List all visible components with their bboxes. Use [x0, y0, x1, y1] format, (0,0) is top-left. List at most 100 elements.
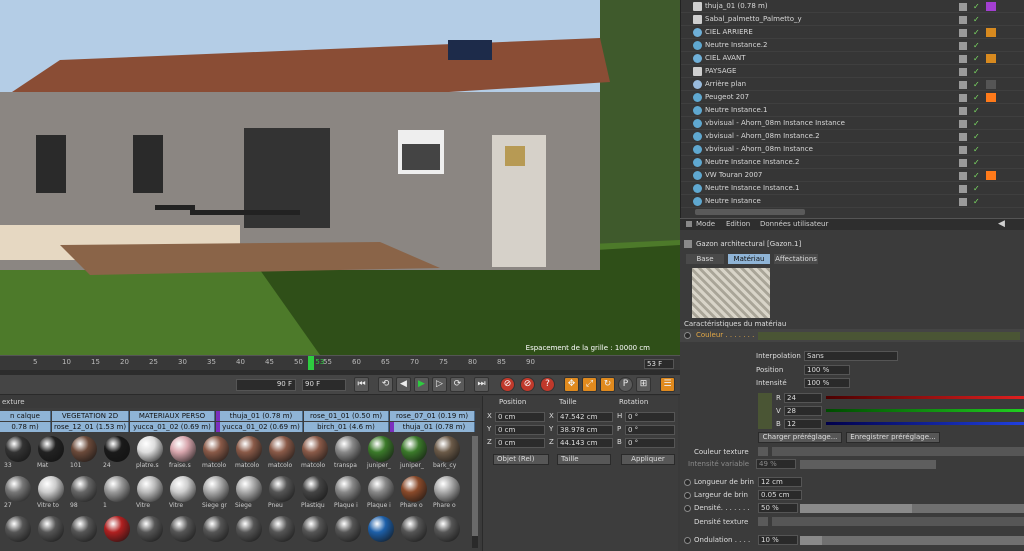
material-swatch[interactable]: Plaque i [366, 476, 396, 509]
material-swatch[interactable] [3, 516, 33, 544]
record-key-button[interactable]: ⊘ [500, 377, 515, 392]
material-swatch[interactable]: matcolo [267, 436, 297, 469]
material-swatch[interactable] [201, 516, 231, 544]
timeline-cursor[interactable] [308, 356, 315, 370]
intensity-field[interactable]: 100 % [804, 378, 850, 388]
visibility-dots-icon[interactable] [959, 172, 967, 180]
keyframe-selection-button[interactable]: ? [540, 377, 555, 392]
visibility-dots-icon[interactable] [959, 42, 967, 50]
density-slider[interactable] [800, 504, 1024, 513]
r-field[interactable]: 24 [784, 393, 822, 403]
rotation-field[interactable]: 0 ° [625, 425, 675, 435]
blade-width-field[interactable]: 0.05 cm [758, 490, 802, 500]
material-swatch[interactable]: Phare o [432, 476, 462, 509]
object-row[interactable]: Arrière plan ✓ [681, 78, 1024, 91]
end-frame-field-2[interactable]: 90 F [302, 379, 346, 391]
density-radio[interactable] [684, 505, 691, 512]
enabled-check-icon[interactable]: ✓ [973, 158, 980, 167]
object-tag-icon[interactable] [986, 54, 996, 63]
material-swatch[interactable]: platre.s [135, 436, 165, 469]
enabled-check-icon[interactable]: ✓ [973, 197, 980, 206]
visibility-dots-icon[interactable] [959, 185, 967, 193]
material-layer-tab[interactable]: rose_01_01 (0.50 m) [304, 411, 389, 421]
material-swatch[interactable]: Siege [234, 476, 264, 509]
object-row[interactable]: CIEL ARRIERE ✓ [681, 26, 1024, 39]
material-swatch[interactable]: 98 [69, 476, 99, 509]
rotation-field[interactable]: 0 ° [625, 438, 675, 448]
material-swatch[interactable]: Siege gr [201, 476, 231, 509]
material-swatch[interactable]: transpa [333, 436, 363, 469]
material-swatch[interactable]: Vitre to [36, 476, 66, 509]
blade-length-radio[interactable] [684, 479, 691, 486]
material-layer-tab[interactable]: yucca_01_02 (0.69 m) [130, 422, 215, 432]
b-field[interactable]: 12 [784, 419, 822, 429]
material-swatch[interactable]: Plastiqu [300, 476, 330, 509]
color-group-row[interactable]: Couleur . . . . . . . [680, 329, 1024, 342]
material-layer-tab[interactable]: thuja_01 (0.78 m) [216, 411, 303, 421]
material-swatch[interactable] [102, 516, 132, 544]
position-key-icon[interactable]: ✥ [564, 377, 579, 392]
enabled-check-icon[interactable]: ✓ [973, 145, 980, 154]
texture-color-button[interactable] [758, 447, 768, 456]
material-layer-tab[interactable]: birch_01 (4.6 m) [304, 422, 389, 432]
material-swatch[interactable]: Pneu [267, 476, 297, 509]
object-row[interactable]: vbvisual - Ahorn_08m Instance.2 ✓ [681, 130, 1024, 143]
object-scrollbar[interactable] [695, 209, 805, 215]
visibility-dots-icon[interactable] [959, 94, 967, 102]
object-tag-icon[interactable] [986, 28, 996, 37]
material-swatch[interactable]: Plaque i [333, 476, 363, 509]
object-row[interactable]: Neutre Instance ✓ [681, 195, 1024, 208]
menu-edit[interactable]: Edition [726, 220, 750, 228]
visibility-dots-icon[interactable] [959, 81, 967, 89]
menu-user-data[interactable]: Données utilisateur [760, 220, 828, 228]
prev-key-button[interactable]: ⟲ [378, 377, 393, 392]
material-swatch[interactable]: 24 [102, 436, 132, 469]
visibility-dots-icon[interactable] [959, 107, 967, 115]
material-layer-tab[interactable]: rose_12_01 (1.53 m) [52, 422, 129, 432]
object-row[interactable]: Neutre Instance.1 ✓ [681, 104, 1024, 117]
visibility-dots-icon[interactable] [959, 3, 967, 11]
object-tag-icon[interactable] [986, 93, 996, 102]
material-swatch[interactable]: 1 [102, 476, 132, 509]
save-preset-button[interactable]: Enregistrer préréglage... [846, 432, 940, 443]
material-layer-tab[interactable]: yucca_01_02 (0.69 m) [216, 422, 303, 432]
position-field[interactable]: 0 cm [495, 412, 545, 422]
end-frame-field[interactable]: 90 F [236, 379, 296, 391]
timeline[interactable]: 5 10 15 20 25 30 35 40 45 50 53 55 60 65 70 75 80 85 90 53… [0, 355, 680, 375]
material-swatch[interactable]: Phare o [399, 476, 429, 509]
position-field[interactable]: 100 % [804, 365, 850, 375]
material-swatch[interactable]: 101 [69, 436, 99, 469]
scroll-thumb[interactable] [472, 436, 478, 536]
waviness-radio[interactable] [684, 537, 691, 544]
next-key-button[interactable]: ⟳ [450, 377, 465, 392]
material-swatch[interactable] [300, 516, 330, 544]
material-swatch[interactable]: matcolo [300, 436, 330, 469]
timeline-menu-icon[interactable]: ☰ [660, 377, 675, 392]
enabled-check-icon[interactable]: ✓ [973, 67, 980, 76]
material-swatch[interactable] [135, 516, 165, 544]
apply-button[interactable]: Appliquer [621, 454, 675, 465]
visibility-dots-icon[interactable] [959, 16, 967, 24]
enabled-check-icon[interactable]: ✓ [973, 106, 980, 115]
load-preset-button[interactable]: Charger préréglage... [758, 432, 842, 443]
tab-assignments[interactable]: Affectations [774, 254, 818, 264]
waviness-slider[interactable] [800, 536, 1024, 545]
material-swatch[interactable]: 33 [3, 436, 33, 469]
pla-key-icon[interactable]: ⊞ [636, 377, 651, 392]
material-layer-tab[interactable]: rose_07_01 (0.19 m) [390, 411, 475, 421]
material-swatch[interactable]: juniper_ [366, 436, 396, 469]
blade-width-radio[interactable] [684, 492, 691, 499]
rotation-key-icon[interactable]: ↻ [600, 377, 615, 392]
material-swatch[interactable] [69, 516, 99, 544]
enabled-check-icon[interactable]: ✓ [973, 93, 980, 102]
object-row[interactable]: Peugeot 207 ✓ [681, 91, 1024, 104]
3d-viewport[interactable]: Espacement de la grille : 10000 cm [0, 0, 680, 355]
v-field[interactable]: 28 [784, 406, 822, 416]
color-preview-swatch[interactable] [758, 393, 772, 429]
timeline-ruler[interactable]: 5 10 15 20 25 30 35 40 45 50 53 55 60 65 70 75 80 85 90 [0, 356, 680, 370]
visibility-dots-icon[interactable] [959, 146, 967, 154]
param-key-icon[interactable]: P [618, 377, 633, 392]
object-row[interactable]: CIEL AVANT ✓ [681, 52, 1024, 65]
enabled-check-icon[interactable]: ✓ [973, 132, 980, 141]
material-swatch[interactable]: bark_cy [432, 436, 462, 469]
